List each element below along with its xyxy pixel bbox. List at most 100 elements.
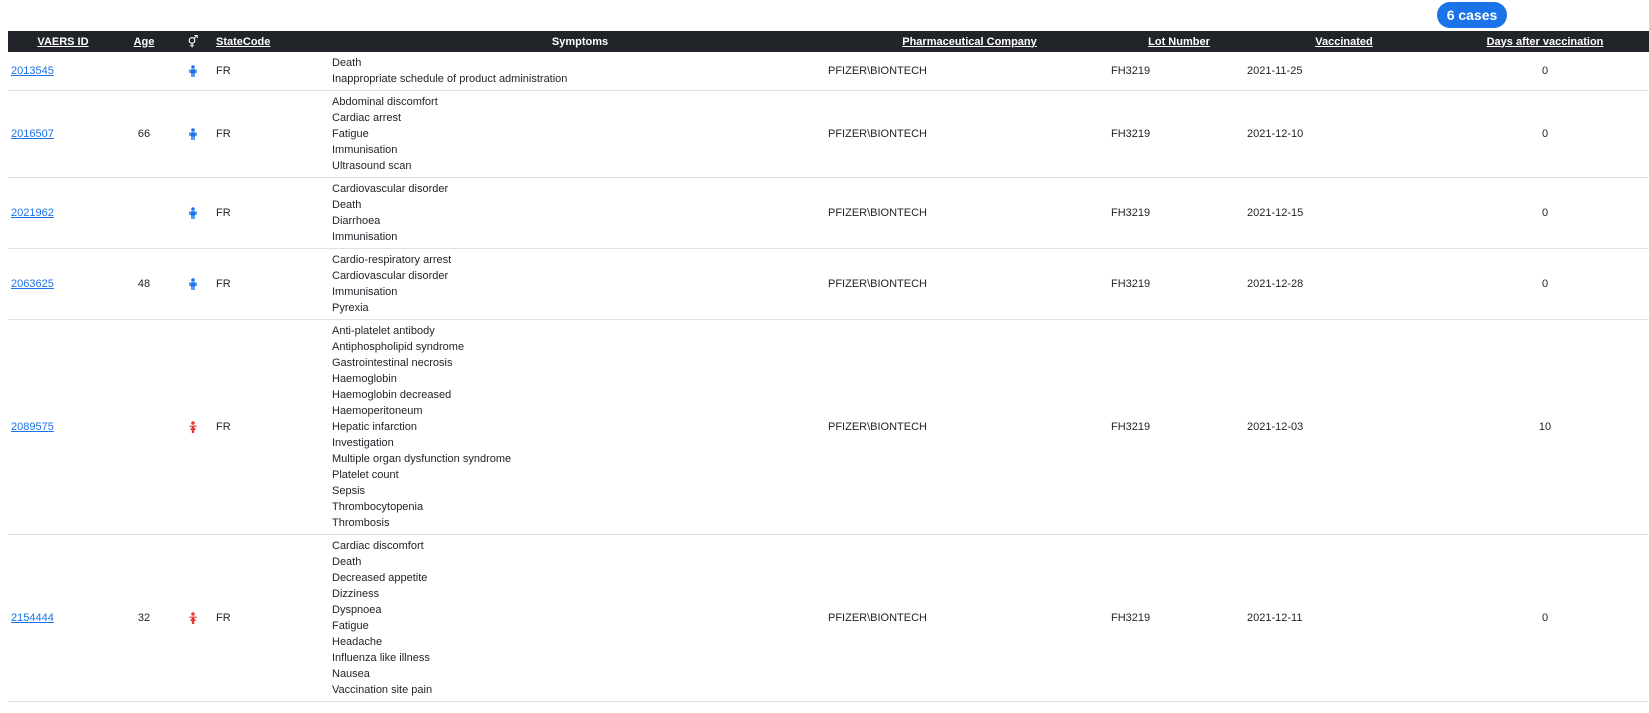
symptom-item: Sepsis <box>332 485 366 497</box>
days-after-cell: 0 <box>1441 248 1649 320</box>
male-person-icon <box>188 278 198 291</box>
column-header-days-after[interactable]: Days after vaccination <box>1441 31 1649 52</box>
female-person-icon <box>188 421 198 434</box>
vaers-id-link[interactable]: 2013545 <box>8 65 54 77</box>
column-header-label: Symptoms <box>551 35 609 48</box>
lot-number-cell: FH3219 <box>1111 319 1247 535</box>
symptom-item: Headache <box>332 636 383 648</box>
symptom-item: Fatigue <box>332 620 369 632</box>
case-count-badge: 6 cases <box>1437 2 1507 28</box>
symptom-item: Dyspnoea <box>332 604 382 616</box>
table-row: 2016507 66 FR Abdominal discomfort Cardiac a… <box>8 90 1649 178</box>
state-cell: FR <box>216 319 332 535</box>
symptom-item: Ultrasound scan <box>332 160 412 172</box>
sex-cell <box>170 90 216 178</box>
age-cell: 32 <box>118 534 170 702</box>
vaers-id-link[interactable]: 2021962 <box>8 207 54 219</box>
symptom-item: Immunisation <box>332 286 398 298</box>
sex-cell <box>170 177 216 249</box>
symptom-item: Anti-platelet antibody <box>332 325 435 337</box>
table-row: 2021962 FR Cardiovascular disorder Death Dia… <box>8 177 1649 249</box>
symptom-item: Pyrexia <box>332 302 369 314</box>
age-cell: 66 <box>118 90 170 178</box>
gender-icon: ⚥ <box>187 34 199 49</box>
days-after-cell: 0 <box>1441 52 1649 91</box>
state-cell: FR <box>216 177 332 249</box>
symptom-item: Death <box>332 199 362 211</box>
sex-cell <box>170 248 216 320</box>
vaccinated-date-cell: 2021-12-11 <box>1247 534 1441 702</box>
male-person-icon <box>188 207 198 220</box>
symptom-item: Antiphospholipid syndrome <box>332 341 465 353</box>
column-header-age[interactable]: Age <box>118 31 170 52</box>
symptom-item: Thrombocytopenia <box>332 501 424 513</box>
column-header-vaccinated[interactable]: Vaccinated <box>1247 31 1441 52</box>
company-cell: PFIZER\BIONTECH <box>828 248 1111 320</box>
table-row: 2063625 48 FR Cardio-respiratory arrest Card… <box>8 248 1649 320</box>
lot-number-cell: FH3219 <box>1111 90 1247 178</box>
male-person-icon <box>188 128 198 141</box>
column-header-company[interactable]: Pharmaceutical Company <box>828 31 1111 52</box>
column-header-sex[interactable]: ⚥ <box>170 31 216 52</box>
company-cell: PFIZER\BIONTECH <box>828 319 1111 535</box>
symptom-item: Inappropriate schedule of product admini… <box>332 73 568 85</box>
lot-number-cell: FH3219 <box>1111 177 1247 249</box>
symptom-item: Immunisation <box>332 231 398 243</box>
vaers-id-cell: 2063625 <box>8 248 118 320</box>
symptom-item: Influenza like illness <box>332 652 430 664</box>
symptom-item: Death <box>332 556 362 568</box>
symptom-item: Haemoglobin decreased <box>332 389 452 401</box>
company-cell: PFIZER\BIONTECH <box>828 52 1111 91</box>
state-cell: FR <box>216 534 332 702</box>
vaers-id-link[interactable]: 2089575 <box>8 421 54 433</box>
vaccinated-date-cell: 2021-12-10 <box>1247 90 1441 178</box>
vaers-table: VAERS ID Age ⚥ StateCode Symptoms Pharma… <box>8 31 1649 702</box>
column-header-state-code[interactable]: StateCode <box>216 31 332 52</box>
column-header-label: StateCode <box>216 35 271 48</box>
symptoms-cell: Anti-platelet antibody Antiphospholipid s… <box>332 319 828 535</box>
age-cell <box>118 52 170 91</box>
column-header-vaers-id[interactable]: VAERS ID <box>8 31 118 52</box>
symptom-item: Multiple organ dysfunction syndrome <box>332 453 512 465</box>
table-row: 2154444 32 FR Cardiac discomfort Death Decrea… <box>8 534 1649 702</box>
symptom-item: Haemoglobin <box>332 373 397 385</box>
age-cell: 48 <box>118 248 170 320</box>
age-cell <box>118 177 170 249</box>
vaers-id-link[interactable]: 2016507 <box>8 128 54 140</box>
symptoms-cell: Cardiovascular disorder Death Diarrhoea Imm… <box>332 177 828 249</box>
sex-cell <box>170 52 216 91</box>
symptom-item: Dizziness <box>332 588 380 600</box>
table-body: 2013545 FR Death Inappropriate schedule of … <box>8 52 1649 702</box>
vaers-id-cell: 2021962 <box>8 177 118 249</box>
male-person-icon <box>188 65 198 78</box>
vaers-id-link[interactable]: 2063625 <box>8 278 54 290</box>
lot-number-cell: FH3219 <box>1111 52 1247 91</box>
vaers-id-link[interactable]: 2154444 <box>8 612 54 624</box>
symptom-item: Thrombosis <box>332 517 390 529</box>
symptom-item: Cardiovascular disorder <box>332 270 449 282</box>
lot-number-cell: FH3219 <box>1111 534 1247 702</box>
symptom-item: Death <box>332 57 362 69</box>
table-row: 2013545 FR Death Inappropriate schedule of … <box>8 52 1649 91</box>
vaccinated-date-cell: 2021-12-28 <box>1247 248 1441 320</box>
symptom-item: Immunisation <box>332 144 398 156</box>
column-header-label: Age <box>133 35 155 48</box>
symptoms-cell: Cardiac discomfort Death Decreased appetit… <box>332 534 828 702</box>
symptom-item: Hepatic infarction <box>332 421 417 433</box>
vaccinated-date-cell: 2021-11-25 <box>1247 52 1441 91</box>
company-cell: PFIZER\BIONTECH <box>828 90 1111 178</box>
vaers-id-cell: 2013545 <box>8 52 118 91</box>
symptom-item: Fatigue <box>332 128 369 140</box>
female-person-icon <box>188 612 198 625</box>
symptom-item: Decreased appetite <box>332 572 428 584</box>
symptom-item: Abdominal discomfort <box>332 96 438 108</box>
column-header-symptoms: Symptoms <box>332 31 828 52</box>
days-after-cell: 0 <box>1441 177 1649 249</box>
column-header-label: Lot Number <box>1148 35 1210 48</box>
symptom-item: Diarrhoea <box>332 215 381 227</box>
symptom-item: Platelet count <box>332 469 399 481</box>
vaers-id-cell: 2089575 <box>8 319 118 535</box>
column-header-lot-number[interactable]: Lot Number <box>1111 31 1247 52</box>
state-cell: FR <box>216 52 332 91</box>
days-after-cell: 0 <box>1441 534 1649 702</box>
